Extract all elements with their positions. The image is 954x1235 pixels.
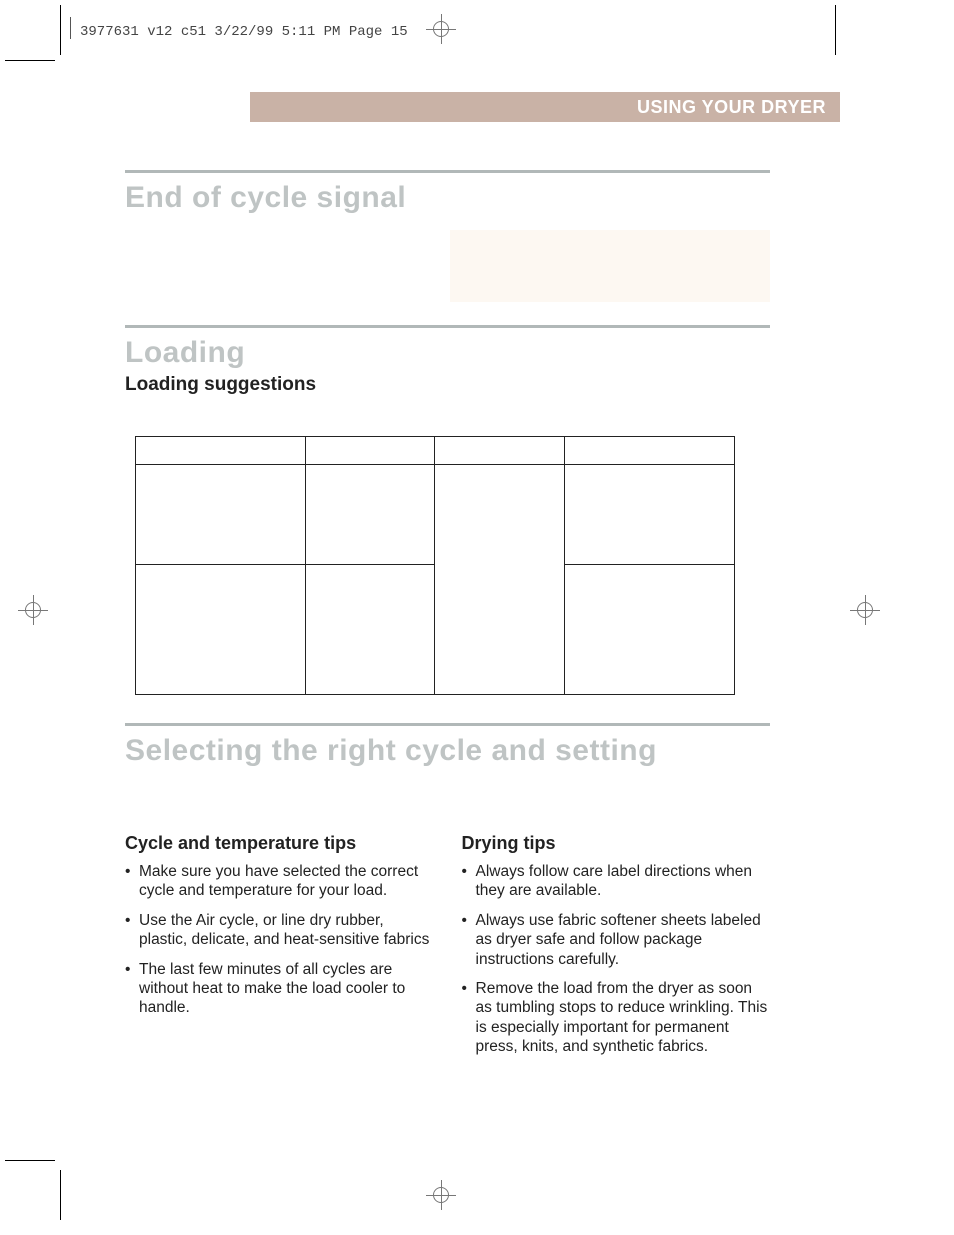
crop-mark xyxy=(60,1170,61,1220)
section-end-of-cycle: End of cycle signal xyxy=(125,170,770,215)
crop-mark xyxy=(5,60,55,61)
table-cell xyxy=(565,465,735,565)
section-selecting-cycle: Selecting the right cycle and setting Cy… xyxy=(125,723,770,1066)
table-header-cell xyxy=(305,437,435,465)
table-cell xyxy=(565,565,735,695)
loading-table xyxy=(125,436,770,695)
section-loading: Loading Loading suggestions xyxy=(125,325,770,695)
slug-rule xyxy=(70,17,71,39)
table-header-cell xyxy=(565,437,735,465)
section-rule xyxy=(125,170,770,173)
drying-tips-column: Drying tips Always follow care label dir… xyxy=(462,833,771,1066)
crop-mark xyxy=(60,5,61,55)
table-cell xyxy=(435,465,565,695)
placeholder-box xyxy=(450,230,770,302)
table-cell xyxy=(305,565,435,695)
tip-item: Always use fabric softener sheets labele… xyxy=(462,911,771,969)
tips-heading: Drying tips xyxy=(462,833,771,854)
tip-item: Use the Air cycle, or line dry rubber, p… xyxy=(125,911,434,950)
section-header-bar: USING YOUR DRYER xyxy=(250,92,840,122)
print-slug: 3977631 v12 c51 3/22/99 5:11 PM Page 15 xyxy=(80,24,408,40)
section-heading: Selecting the right cycle and setting xyxy=(125,734,770,768)
section-heading: End of cycle signal xyxy=(125,181,770,215)
section-header-text: USING YOUR DRYER xyxy=(637,97,826,118)
section-heading: Loading xyxy=(125,336,770,370)
tip-item: Remove the load from the dryer as soon a… xyxy=(462,979,771,1057)
section-rule xyxy=(125,723,770,726)
crop-mark xyxy=(5,1160,55,1161)
table-cell xyxy=(136,565,306,695)
registration-mark-icon xyxy=(850,595,880,625)
tip-item: Always follow care label directions when… xyxy=(462,862,771,901)
registration-mark-icon xyxy=(426,1180,456,1210)
crop-mark xyxy=(835,5,836,55)
registration-mark-icon xyxy=(18,595,48,625)
tips-heading: Cycle and temperature tips xyxy=(125,833,434,854)
sub-heading: Loading suggestions xyxy=(125,374,770,396)
table-cell xyxy=(136,465,306,565)
table-header-cell xyxy=(435,437,565,465)
registration-mark-icon xyxy=(426,14,456,44)
section-rule xyxy=(125,325,770,328)
table-cell xyxy=(305,465,435,565)
cycle-tips-column: Cycle and temperature tips Make sure you… xyxy=(125,833,434,1066)
tip-item: The last few minutes of all cycles are w… xyxy=(125,960,434,1018)
tip-item: Make sure you have selected the correct … xyxy=(125,862,434,901)
table-header-cell xyxy=(136,437,306,465)
